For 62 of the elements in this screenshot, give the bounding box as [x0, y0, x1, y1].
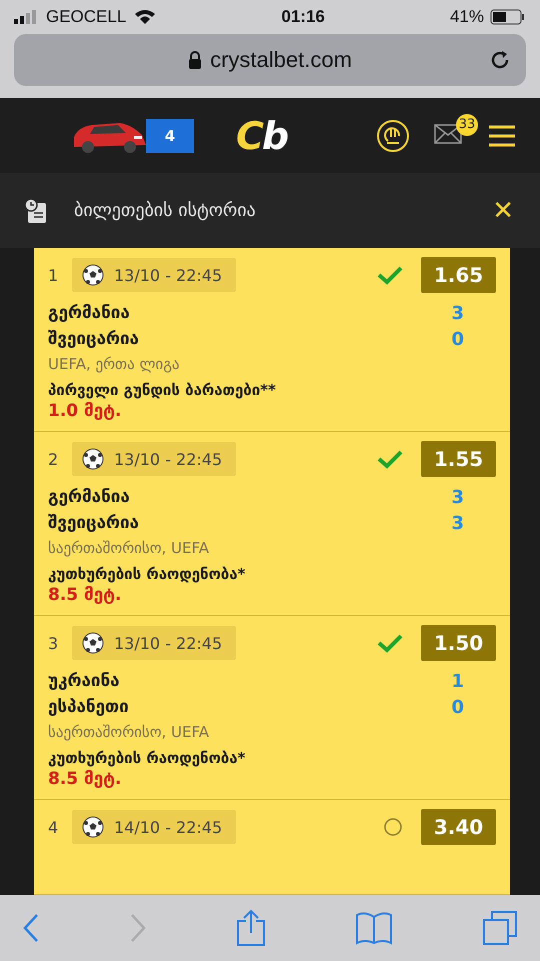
tabs-button[interactable]: [482, 910, 518, 946]
history-icon: [24, 198, 48, 224]
match-date: 13/10 - 22:45: [114, 450, 222, 468]
odds-badge: 3.40: [421, 809, 496, 845]
team-name: შვეიცარია: [48, 513, 139, 533]
url-text: crystalbet.com: [210, 47, 352, 73]
wifi-icon: [134, 9, 156, 25]
bet-number: 1: [48, 266, 60, 284]
soccer-ball-icon: [82, 816, 104, 838]
bet-number: 3: [48, 634, 60, 652]
lari-coin-icon[interactable]: [376, 118, 410, 152]
league-name: საერთაშორისო, UEFA: [48, 723, 210, 741]
menu-icon[interactable]: [488, 124, 516, 146]
soccer-ball-icon: [82, 448, 104, 470]
market-name: კუთხურების რაოდენობა*: [48, 749, 246, 767]
score: 0: [451, 696, 464, 718]
panel-title: ბილეთების ისტორია: [74, 200, 257, 221]
share-button[interactable]: [236, 909, 266, 947]
odds-badge: 1.50: [421, 625, 496, 661]
soccer-ball-icon: [82, 632, 104, 654]
back-button[interactable]: [22, 913, 40, 943]
bet-number: 4: [48, 818, 60, 836]
score: 3: [451, 302, 464, 324]
battery-percent: 41%: [450, 7, 484, 27]
match-date: 14/10 - 22:45: [114, 818, 222, 836]
clock: 01:16: [280, 7, 326, 27]
bet-line: 8.5 მეტ.: [48, 585, 122, 605]
check-icon: [377, 449, 403, 469]
bet-number: 2: [48, 450, 60, 468]
league-name: საერთაშორისო, UEFA: [48, 539, 210, 557]
check-icon: [377, 633, 403, 653]
team-name: ესპანეთი: [48, 697, 129, 717]
score: 3: [451, 512, 464, 534]
lock-icon: [188, 51, 202, 69]
team-name: უკრაინა: [48, 671, 120, 691]
score: 3: [451, 486, 464, 508]
carrier-name: GEOCELL: [46, 7, 126, 27]
bet-line: 8.5 მეტ.: [48, 769, 122, 789]
match-date: 13/10 - 22:45: [114, 266, 222, 284]
league-name: UEFA, ერთა ლიგა: [48, 355, 181, 373]
address-bar[interactable]: crystalbet.com: [14, 34, 526, 86]
score: 0: [451, 328, 464, 350]
battery-icon: [490, 9, 526, 25]
soccer-ball-icon: [82, 264, 104, 286]
circle-icon: [383, 817, 403, 837]
score: 1: [451, 670, 464, 692]
logo: Cb: [236, 114, 288, 158]
market-name: კუთხურების რაოდენობა*: [48, 565, 246, 583]
team-name: შვეიცარია: [48, 329, 139, 349]
team-name: გერმანია: [48, 303, 130, 323]
bet-line: 1.0 მეტ.: [48, 401, 122, 421]
bookmarks-button[interactable]: [355, 911, 393, 945]
mail-count-badge: 33: [456, 114, 478, 136]
ticket-badge[interactable]: 4: [146, 118, 194, 152]
close-button[interactable]: ✕: [492, 196, 514, 226]
check-icon: [377, 265, 403, 285]
market-name: პირველი გუნდის ბარათები**: [48, 381, 277, 399]
odds-badge: 1.65: [421, 257, 496, 293]
odds-badge: 1.55: [421, 441, 496, 477]
team-name: გერმანია: [48, 487, 130, 507]
match-date: 13/10 - 22:45: [114, 634, 222, 652]
forward-button[interactable]: [129, 913, 147, 943]
